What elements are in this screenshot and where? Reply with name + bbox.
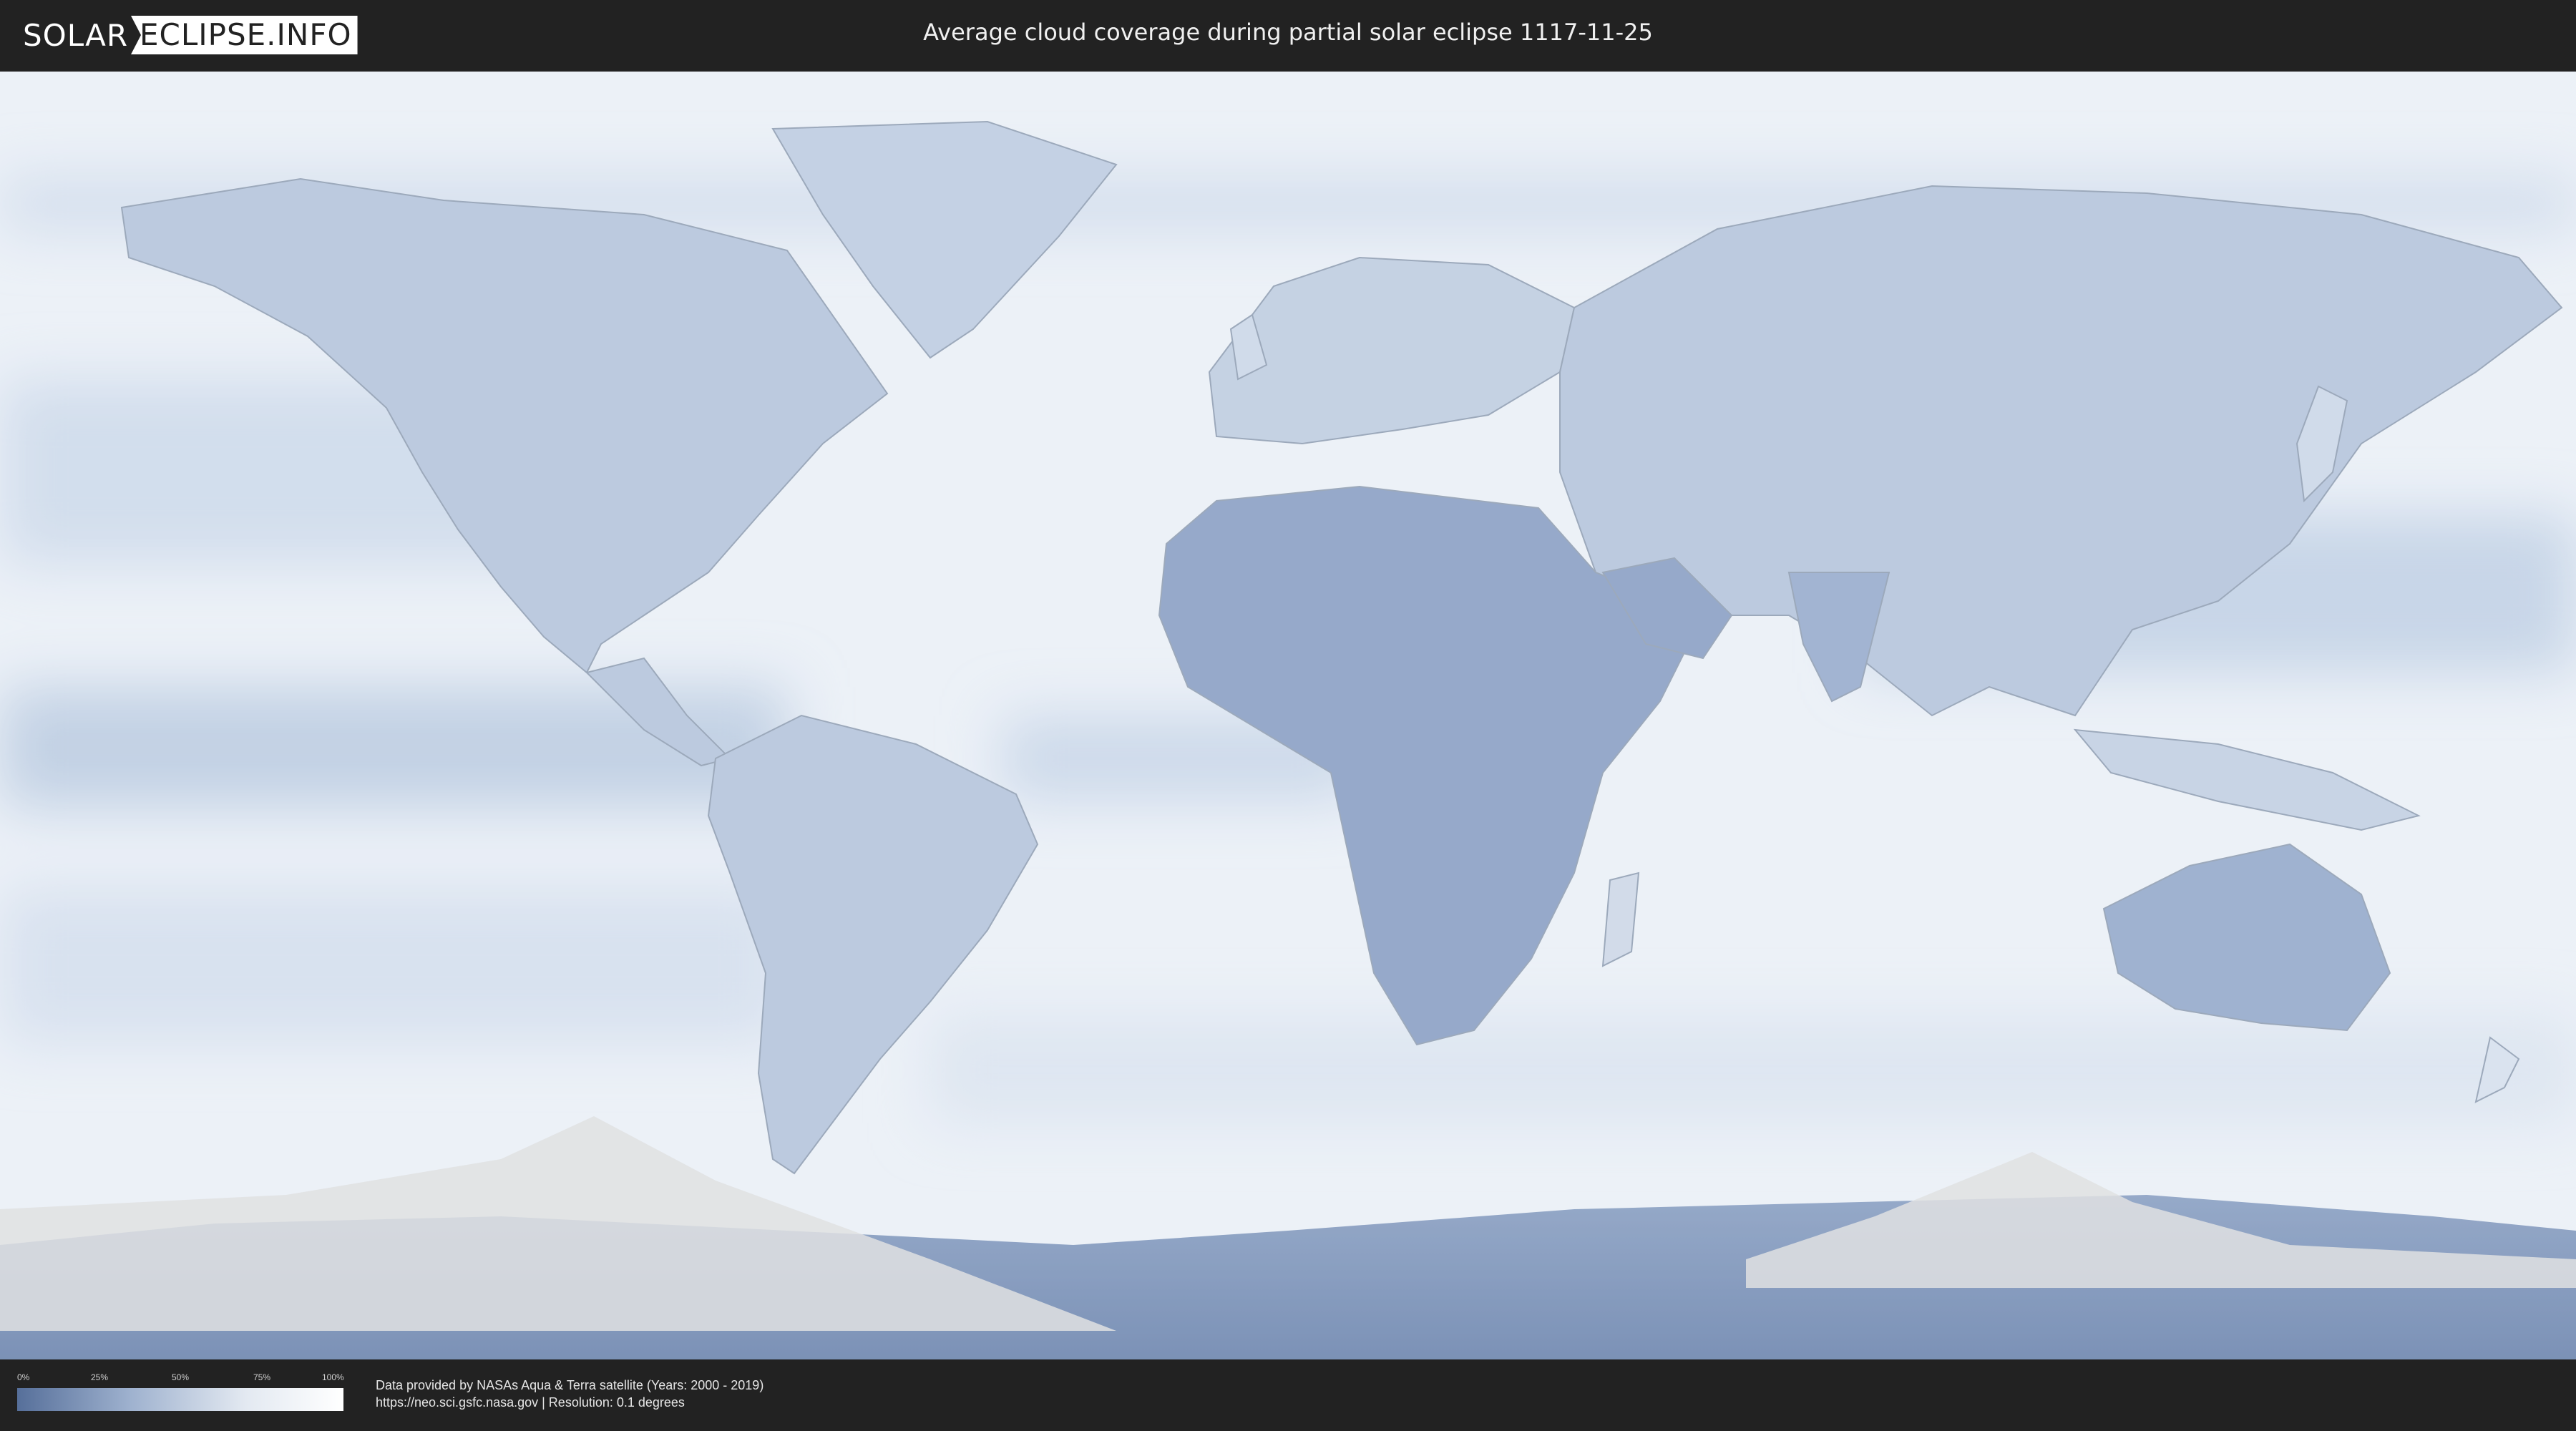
legend-gradient-bar [17,1388,343,1411]
legend-tick-0: 0% [17,1372,30,1382]
cloud-coverage-map [0,72,2576,1359]
legend-tick-25: 25% [91,1372,109,1382]
credit-line-source: Data provided by NASAs Aqua & Terra sate… [376,1378,764,1392]
legend-tick-100: 100% [322,1372,344,1382]
legend-ticks: 0% 25% 50% 75% 100% [17,1372,344,1385]
cloud-coverage-legend: 0% 25% 50% 75% 100% [17,1372,344,1414]
world-map-svg [0,72,2576,1359]
data-credits: Data provided by NASAs Aqua & Terra sate… [376,1377,763,1411]
legend-tick-50: 50% [172,1372,190,1382]
page-title: Average cloud coverage during partial so… [923,19,1653,46]
footer-bar: 0% 25% 50% 75% 100% Data provided by NAS… [0,1359,2576,1431]
header-bar: SOLAR ECLIPSE.INFO Average cloud coverag… [0,0,2576,72]
legend-tick-75: 75% [253,1372,271,1382]
credit-line-url[interactable]: https://neo.sci.gsfc.nasa.gov | Resoluti… [376,1394,763,1411]
cloud-haze [0,72,2576,1359]
